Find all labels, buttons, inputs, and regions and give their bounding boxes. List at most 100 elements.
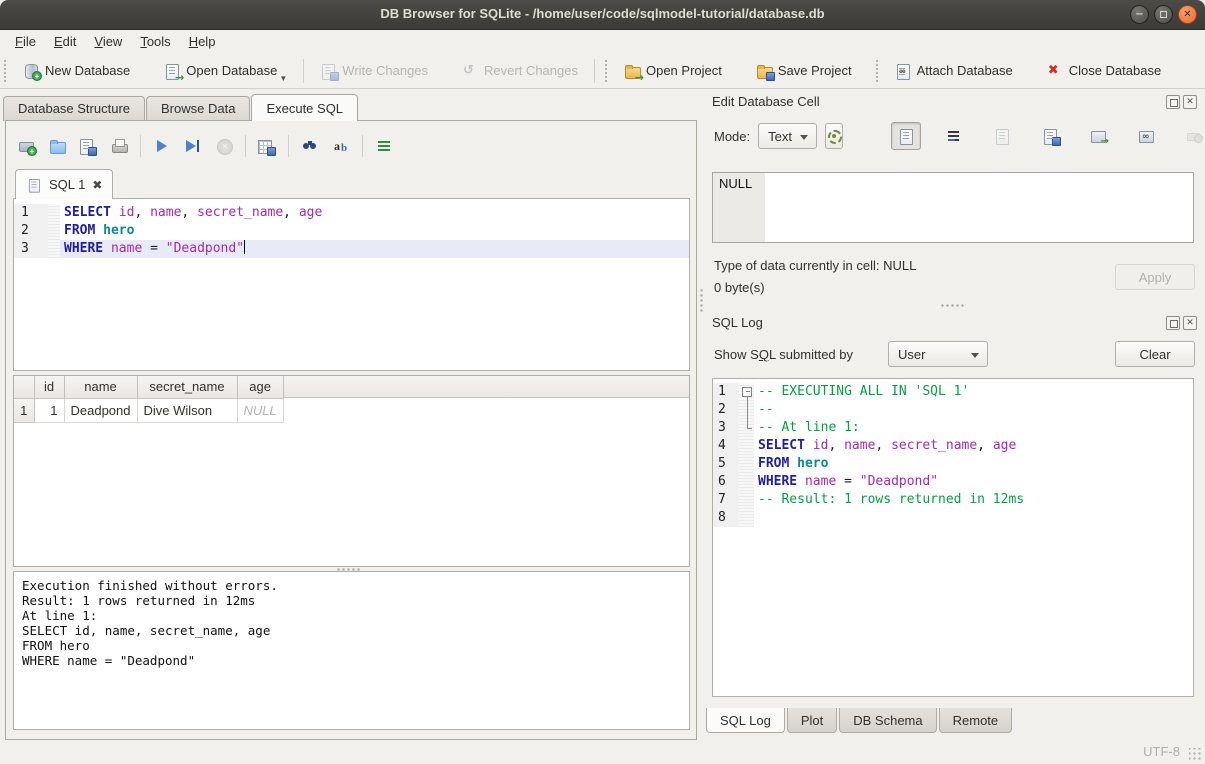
table-row[interactable]: 1 1 Deadpond Dive Wilson NULL — [14, 398, 283, 422]
dock-tab-plot[interactable]: Plot — [787, 708, 837, 733]
print-sql-button[interactable] — [107, 133, 131, 159]
minimize-button[interactable]: − — [1130, 5, 1149, 24]
tab-browse-data[interactable]: Browse Data — [146, 96, 250, 121]
cell-age[interactable]: NULL — [237, 398, 283, 422]
clear-log-button[interactable]: Clear — [1115, 341, 1195, 367]
mode-select[interactable]: Text — [758, 123, 817, 149]
code-line: 4SELECT id, name, secret_name, age — [713, 437, 1193, 455]
print-icon — [111, 138, 127, 154]
new-database-icon: + — [23, 63, 39, 79]
cell-name[interactable]: Deadpond — [64, 398, 137, 422]
sql-log-filter-select[interactable]: User — [888, 341, 988, 367]
auto-completion-button[interactable] — [329, 133, 353, 159]
execute-all-button[interactable] — [150, 133, 174, 159]
cell-id[interactable]: 1 — [34, 398, 64, 422]
code-line: 3WHERE name = "Deadpond" — [14, 240, 689, 258]
save-results-button[interactable]: ▼ — [255, 133, 279, 159]
menu-view[interactable]: View — [85, 32, 131, 51]
dock-tab-remote[interactable]: Remote — [939, 708, 1013, 733]
new-database-button[interactable]: + New Database — [13, 57, 140, 85]
tab-database-structure[interactable]: Database Structure — [3, 96, 145, 121]
open-database-dropdown-icon[interactable]: ▼ — [279, 74, 287, 83]
menu-edit[interactable]: Edit — [45, 32, 85, 51]
revert-changes-icon — [462, 63, 478, 79]
results-grid[interactable]: id name secret_name age 1 1 Deadpond Div… — [13, 375, 690, 567]
sql-file-tab[interactable]: SQL 1 ✖ — [15, 169, 113, 199]
sql-editor[interactable]: 1SELECT id, name, secret_name, age2FROM … — [13, 198, 690, 371]
menu-help[interactable]: Help — [180, 32, 225, 51]
close-database-button[interactable]: Close Database — [1037, 57, 1172, 85]
column-header-secret-name[interactable]: secret_name — [137, 376, 237, 398]
open-external-button[interactable] — [1083, 122, 1113, 150]
right-pane: Edit Database Cell Mode: Text — [702, 89, 1205, 740]
left-pane: Database Structure Browse Data Execute S… — [0, 89, 702, 740]
write-changes-button: Write Changes — [310, 57, 438, 85]
cell-value: NULL — [719, 176, 752, 191]
sql-log-title: SQL Log — [712, 315, 1163, 330]
close-sql-tab-icon[interactable]: ✖ — [92, 179, 102, 191]
attach-database-icon — [895, 63, 911, 79]
dock-tab-sql-log[interactable]: SQL Log — [706, 708, 785, 733]
row-header: 1 — [14, 398, 34, 422]
dock-close-icon[interactable] — [1183, 316, 1197, 330]
dock-tab-db-schema[interactable]: DB Schema — [839, 708, 936, 733]
sql-log-view[interactable]: 1-- EXECUTING ALL IN 'SQL 1'2--3-- At li… — [712, 378, 1194, 697]
execution-status-log[interactable]: Execution finished without errors. Resul… — [13, 571, 690, 730]
code-line: 5FROM hero — [713, 455, 1193, 473]
find-button[interactable] — [298, 133, 322, 159]
cell-value-editor[interactable]: NULL — [712, 172, 1194, 243]
export-cell-button[interactable] — [1035, 122, 1065, 150]
open-sql-tab-button[interactable]: + — [14, 133, 38, 159]
save-results-icon — [257, 138, 273, 154]
sql-log-filter-row: Show SQL submitted by User Clear — [714, 340, 1197, 370]
column-header-name[interactable]: name — [64, 376, 137, 398]
results-table: id name secret_name age 1 1 Deadpond Div… — [14, 376, 284, 423]
sql-toolbar-separator — [362, 135, 363, 157]
app-window: DB Browser for SQLite - /home/user/code/… — [0, 0, 1205, 764]
resize-grip[interactable] — [1189, 748, 1202, 761]
copy-link-button[interactable] — [1131, 122, 1161, 150]
tab-execute-sql[interactable]: Execute SQL — [251, 94, 358, 121]
execute-current-line-button[interactable] — [181, 133, 205, 159]
toolbar-drag-handle[interactable] — [876, 60, 881, 82]
format-sql-button[interactable] — [372, 133, 396, 159]
column-header-age[interactable]: age — [237, 376, 283, 398]
open-sql-file-button[interactable] — [45, 133, 69, 159]
execute-line-icon — [185, 138, 201, 154]
dock-float-icon[interactable] — [1166, 316, 1180, 330]
dock-float-icon[interactable] — [1166, 95, 1180, 109]
open-external-icon — [1090, 128, 1106, 144]
cell-type-info: Type of data currently in cell: NULL — [714, 258, 916, 273]
dock-close-icon[interactable] — [1183, 95, 1197, 109]
stop-icon — [216, 138, 232, 154]
sql-toolbar-separator — [245, 135, 246, 157]
save-project-button[interactable]: Save Project — [746, 57, 862, 85]
word-wrap-button[interactable] — [939, 122, 969, 150]
text-document-icon — [898, 128, 914, 144]
menu-file[interactable]: File — [6, 32, 45, 51]
attach-database-button[interactable]: Attach Database — [885, 57, 1023, 85]
text-mode-button[interactable] — [891, 122, 921, 150]
save-sql-file-button[interactable]: ▼ — [76, 133, 100, 159]
cell-secret-name[interactable]: Dive Wilson — [137, 398, 237, 422]
open-project-button[interactable]: → Open Project — [614, 57, 732, 85]
toolbar-separator — [303, 59, 304, 83]
open-sql-file-icon — [49, 138, 65, 154]
auto-apply-button[interactable] — [825, 123, 843, 149]
code-line: 3-- At line 1: — [713, 419, 1193, 437]
maximize-button[interactable] — [1154, 5, 1173, 24]
sql-editor-lines: 1SELECT id, name, secret_name, age2FROM … — [14, 204, 689, 258]
code-line: 1SELECT id, name, secret_name, age — [14, 204, 689, 222]
menu-tools[interactable]: Tools — [131, 32, 179, 51]
statusbar: UTF-8 — [0, 740, 1205, 764]
toolbar-drag-handle[interactable] — [4, 60, 9, 82]
toolbar-drag-handle[interactable] — [605, 60, 610, 82]
close-button[interactable]: ✕ — [1178, 5, 1197, 24]
open-database-button[interactable]: → Open Database ▼ — [154, 57, 297, 85]
menubar: File Edit View Tools Help — [0, 30, 1205, 53]
word-wrap-icon — [946, 128, 962, 144]
titlebar[interactable]: DB Browser for SQLite - /home/user/code/… — [0, 0, 1205, 30]
column-header-id[interactable]: id — [34, 376, 64, 398]
dock-splitter-handle[interactable] — [940, 304, 966, 307]
code-line: 6WHERE name = "Deadpond" — [713, 473, 1193, 491]
